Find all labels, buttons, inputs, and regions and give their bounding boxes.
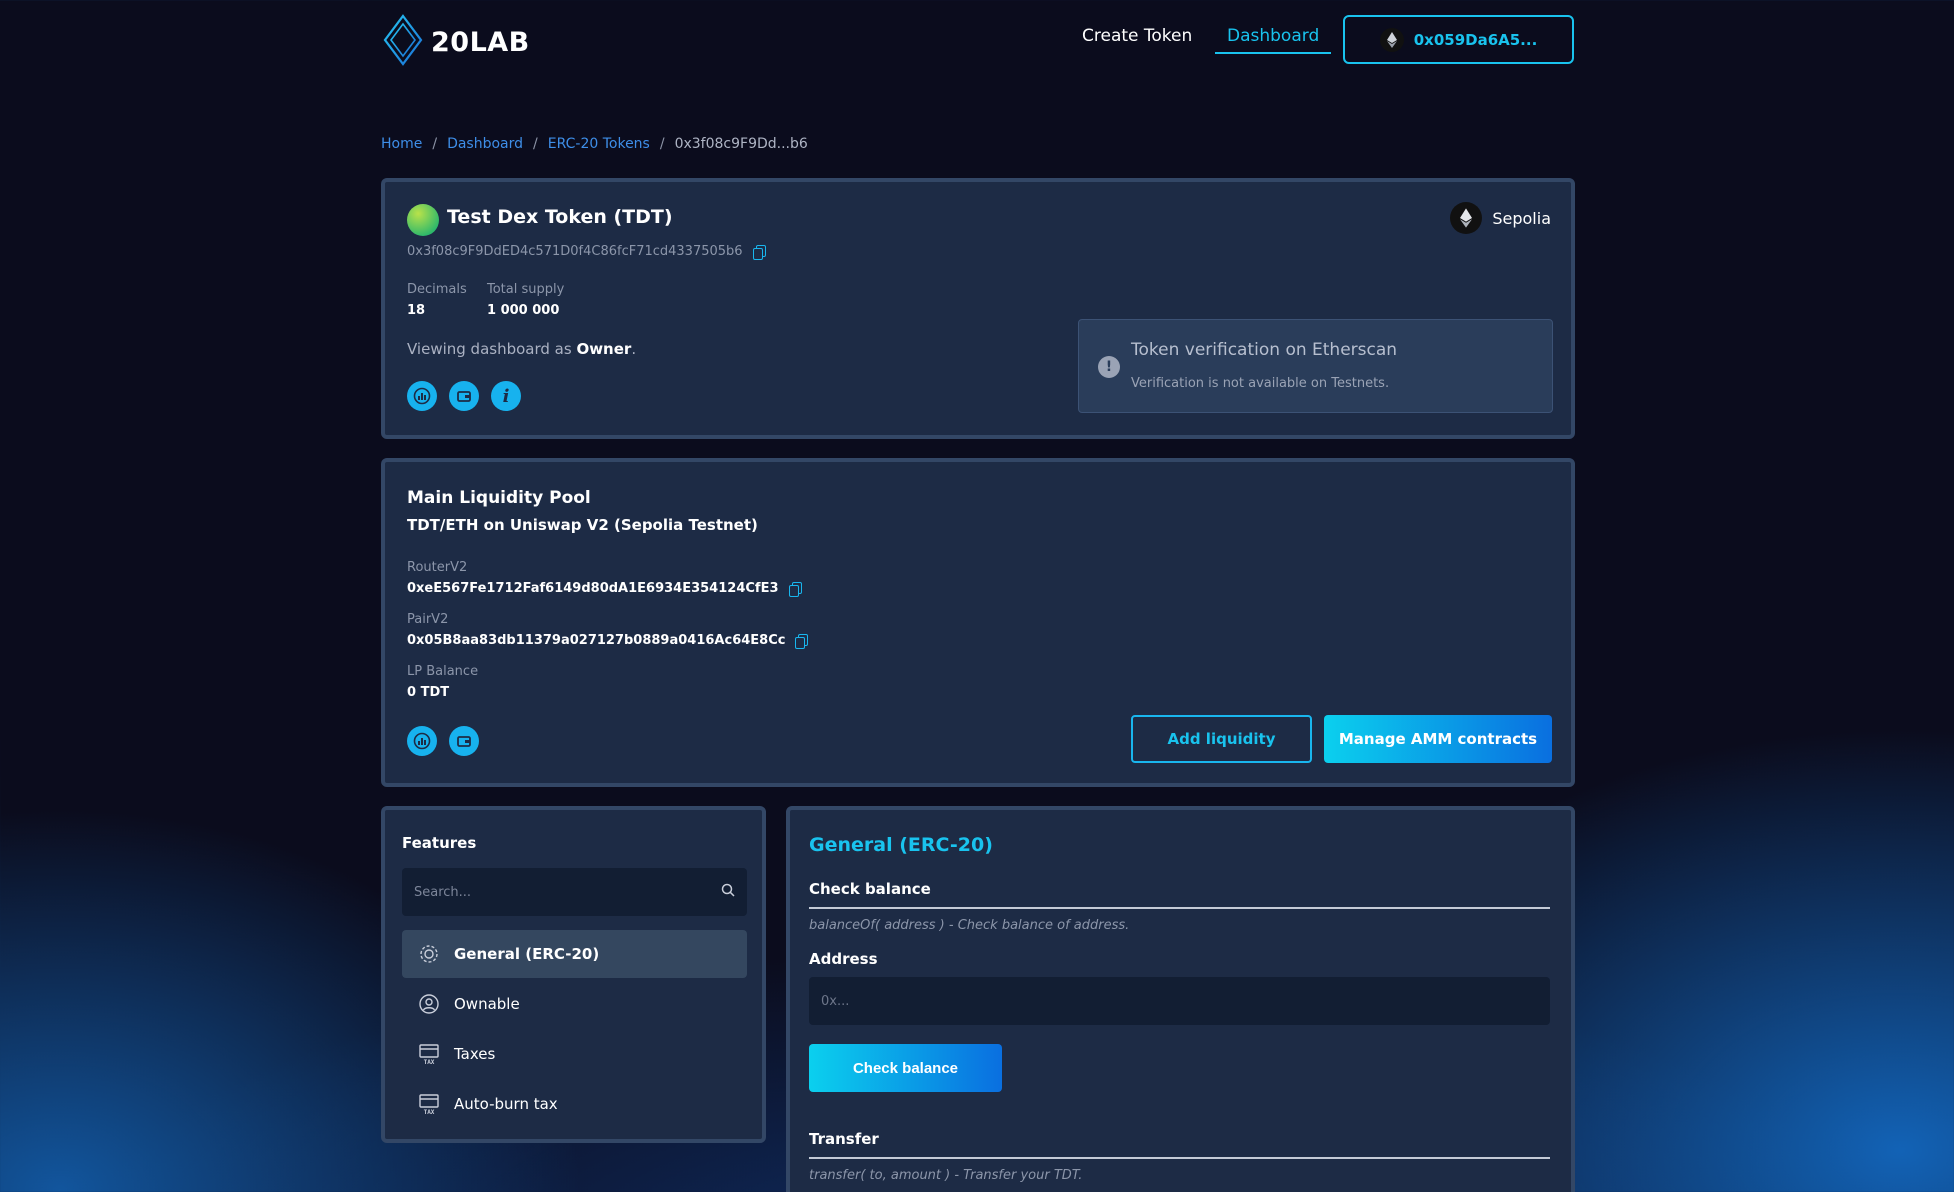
svg-text:TAX: TAX xyxy=(424,1059,435,1065)
top-header: 20LAB Create Token Dashboard 0x059Da6A5.… xyxy=(0,0,1954,80)
total-supply-value: 1 000 000 xyxy=(487,303,560,318)
info-icon[interactable]: i xyxy=(491,381,521,411)
viewing-suffix: . xyxy=(631,340,637,358)
breadcrumb-home[interactable]: Home xyxy=(381,136,422,152)
network-badge: Sepolia xyxy=(1450,202,1551,234)
copy-icon[interactable] xyxy=(795,633,809,649)
wallet-icon[interactable] xyxy=(449,726,479,756)
features-search xyxy=(402,868,747,916)
wallet-icon[interactable] xyxy=(449,381,479,411)
copy-icon[interactable] xyxy=(752,244,767,260)
total-supply-stat: Total supply 1 000 000 xyxy=(487,282,564,318)
wallet-connect-button[interactable]: 0x059Da6A5... xyxy=(1343,15,1574,64)
info-glyph: i xyxy=(502,385,510,407)
chart-icon[interactable] xyxy=(407,381,437,411)
user-circle-icon xyxy=(418,993,440,1015)
network-name: Sepolia xyxy=(1492,208,1551,228)
check-balance-button[interactable]: Check balance xyxy=(809,1044,1002,1092)
viewing-prefix: Viewing dashboard as xyxy=(407,340,577,358)
lp-balance-label: LP Balance xyxy=(407,664,479,679)
logo[interactable]: 20LAB xyxy=(381,14,530,70)
transfer-description: transfer( to, amount ) - Transfer your T… xyxy=(809,1168,1083,1183)
logo-text: 20LAB xyxy=(431,26,530,58)
lp-balance-field: LP Balance 0 TDT xyxy=(407,664,478,700)
viewing-role-text: Viewing dashboard as Owner. xyxy=(407,340,636,358)
address-input[interactable] xyxy=(809,977,1550,1025)
pool-subtitle: TDT/ETH on Uniswap V2 (Sepolia Testnet) xyxy=(407,516,758,534)
tax-icon: TAX xyxy=(418,1093,440,1115)
feature-label: Taxes xyxy=(454,1045,496,1063)
nav-create-token[interactable]: Create Token xyxy=(1082,26,1192,46)
verification-notice: ! Token verification on Etherscan Verifi… xyxy=(1078,319,1553,413)
feature-label: Ownable xyxy=(454,995,520,1013)
verification-title: Token verification on Etherscan xyxy=(1131,340,1398,360)
copy-icon[interactable] xyxy=(788,581,803,597)
wallet-address: 0x059Da6A5... xyxy=(1413,30,1538,49)
breadcrumb-separator: / xyxy=(432,136,438,152)
viewing-role: Owner xyxy=(576,340,632,358)
feature-item-ownable[interactable]: Ownable xyxy=(402,980,747,1028)
features-panel: Features General (ERC-20) Ownable TAX Ta… xyxy=(381,806,766,1143)
pair-label: PairV2 xyxy=(407,612,449,627)
feature-item-general[interactable]: General (ERC-20) xyxy=(402,930,747,978)
breadcrumb-dashboard[interactable]: Dashboard xyxy=(447,136,523,152)
pool-title: Main Liquidity Pool xyxy=(407,488,591,508)
address-label: Address xyxy=(809,950,878,968)
decimals-stat: Decimals 18 xyxy=(407,282,467,318)
token-address-row: 0x3f08c9F9DdED4c571D0f4C86fcF71cd4337505… xyxy=(407,244,767,260)
ethereum-icon xyxy=(1450,202,1483,234)
token-address: 0x3f08c9F9DdED4c571D0f4C86fcF71cd4337505… xyxy=(407,244,743,259)
router-field: RouterV2 0xeE567Fe1712Faf6149d80dA1E6934… xyxy=(407,560,803,597)
svg-text:TAX: TAX xyxy=(424,1109,435,1115)
check-balance-heading: Check balance xyxy=(809,880,1550,909)
transfer-heading: Transfer xyxy=(809,1130,1550,1159)
feature-item-taxes[interactable]: TAX Taxes xyxy=(402,1030,747,1078)
search-input[interactable] xyxy=(414,884,721,900)
lp-balance-value: 0 TDT xyxy=(407,685,450,700)
breadcrumb-erc20-tokens[interactable]: ERC-20 Tokens xyxy=(548,136,650,152)
check-balance-description: balanceOf( address ) - Check balance of … xyxy=(809,918,1130,933)
feature-item-auto-burn-tax[interactable]: TAX Auto-burn tax xyxy=(402,1080,747,1128)
decimals-label: Decimals xyxy=(407,282,467,297)
gear-icon xyxy=(418,943,440,965)
general-erc20-panel: General (ERC-20) Check balance balanceOf… xyxy=(786,806,1575,1192)
nav-dashboard[interactable]: Dashboard xyxy=(1215,26,1332,54)
exclamation-icon: ! xyxy=(1098,356,1120,378)
chart-icon[interactable] xyxy=(407,726,437,756)
breadcrumb-current: 0x3f08c9F9Dd...b6 xyxy=(674,136,808,152)
breadcrumb-separator: / xyxy=(659,136,665,152)
pair-address: 0x05B8aa83db11379a027127b0889a0416Ac64E8… xyxy=(407,633,786,648)
feature-label: General (ERC-20) xyxy=(454,945,600,963)
tax-icon: TAX xyxy=(418,1043,440,1065)
features-title: Features xyxy=(402,834,477,852)
verification-message: Verification is not available on Testnet… xyxy=(1131,376,1390,391)
add-liquidity-button[interactable]: Add liquidity xyxy=(1131,715,1312,763)
panel-title: General (ERC-20) xyxy=(809,834,993,856)
diamond-logo-icon xyxy=(381,14,425,70)
router-label: RouterV2 xyxy=(407,560,468,575)
liquidity-pool-card: Main Liquidity Pool TDT/ETH on Uniswap V… xyxy=(381,458,1575,787)
token-info-card: Test Dex Token (TDT) 0x3f08c9F9DdED4c571… xyxy=(381,178,1575,439)
router-address: 0xeE567Fe1712Faf6149d80dA1E6934E354124Cf… xyxy=(407,581,779,596)
total-supply-label: Total supply xyxy=(487,282,565,297)
decimals-value: 18 xyxy=(407,303,426,318)
breadcrumb-separator: / xyxy=(533,136,538,152)
search-icon[interactable] xyxy=(721,883,735,901)
manage-amm-button[interactable]: Manage AMM contracts xyxy=(1324,715,1552,763)
token-avatar xyxy=(407,204,439,236)
feature-label: Auto-burn tax xyxy=(454,1095,558,1113)
ethereum-icon xyxy=(1379,27,1404,52)
pair-field: PairV2 0x05B8aa83db11379a027127b0889a041… xyxy=(407,612,809,649)
breadcrumb: Home / Dashboard / ERC-20 Tokens / 0x3f0… xyxy=(381,136,808,152)
token-name: Test Dex Token (TDT) xyxy=(447,206,673,228)
